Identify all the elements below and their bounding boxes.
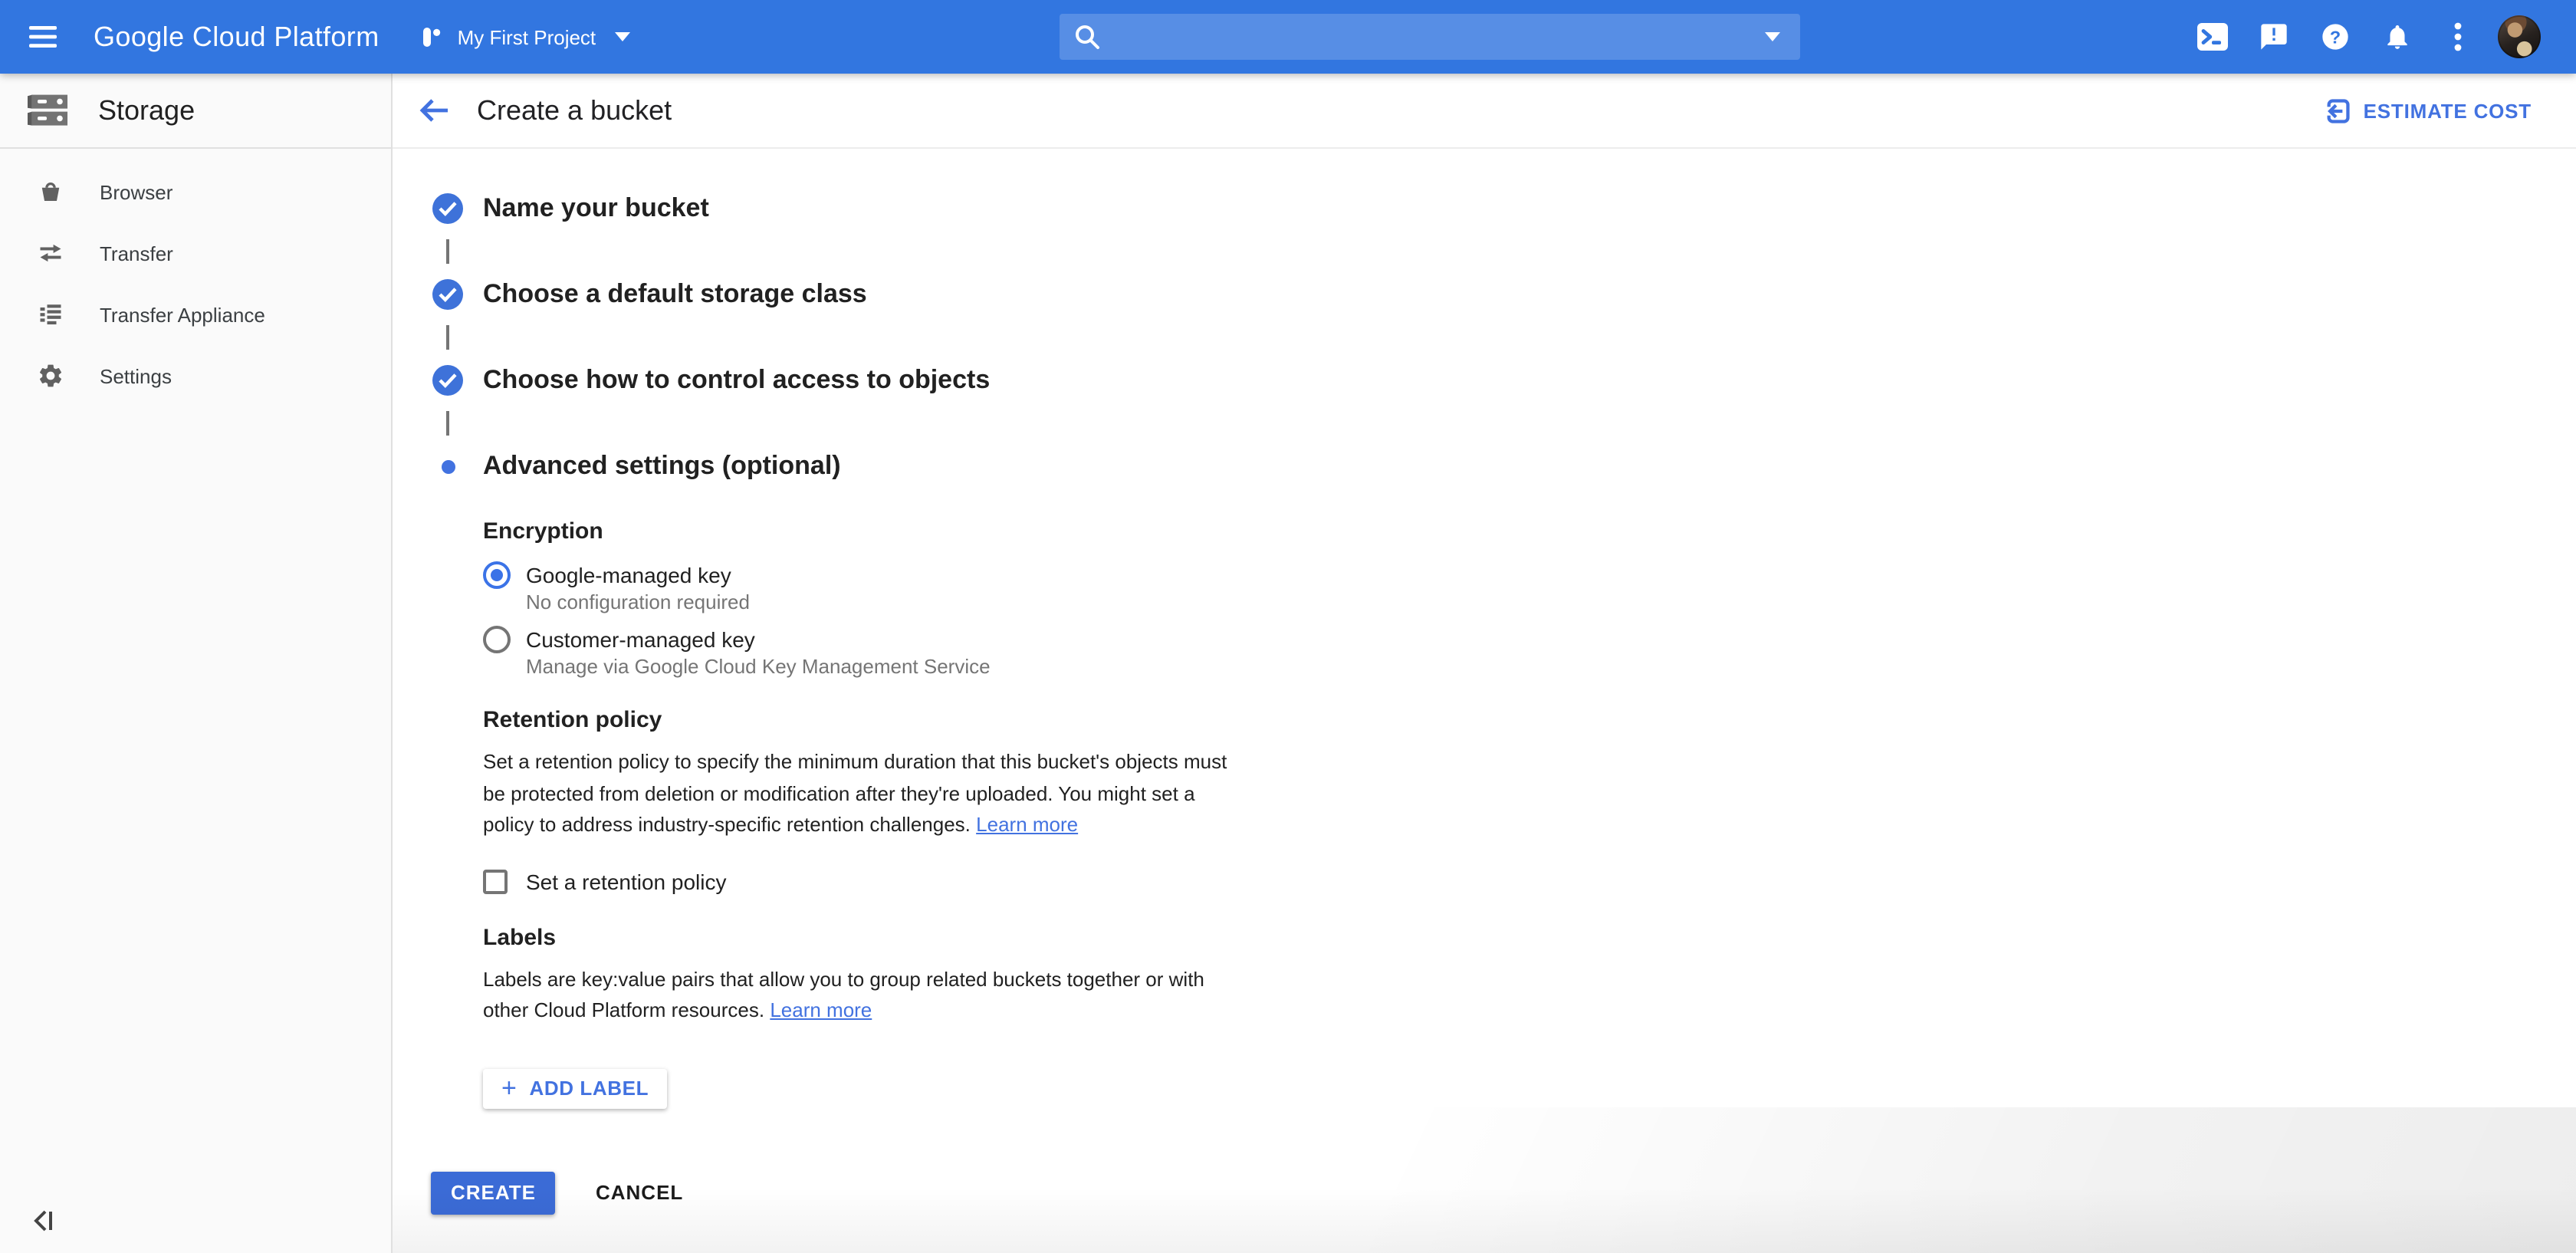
collapse-sidebar-button[interactable] [31,1209,57,1233]
back-button[interactable] [416,92,452,129]
step-complete-icon [432,279,463,310]
step-advanced-settings: Advanced settings (optional) [432,451,2576,482]
app-bar: Google Cloud Platform My First Project [0,0,2576,74]
step-connector [446,411,449,436]
help-button[interactable]: ? [2305,0,2366,74]
step-title[interactable]: Advanced settings (optional) [483,451,841,482]
retention-policy-heading: Retention policy [483,707,2576,735]
step-complete-icon [432,365,463,396]
create-button[interactable]: CREATE [431,1171,556,1214]
storage-product-icon [25,94,71,127]
sidebar-item-transfer[interactable]: Transfer [0,222,391,284]
labels-heading: Labels [483,924,2576,952]
sidebar-item-browser[interactable]: Browser [0,161,391,222]
appliance-list-icon [35,301,66,328]
chevron-down-icon [614,32,629,41]
help-icon: ? [2320,21,2351,52]
step-title[interactable]: Choose how to control access to objects [483,365,990,396]
sidebar-item-label: Transfer [100,242,173,265]
more-options-button[interactable] [2427,0,2489,74]
step-complete-icon [432,193,463,224]
radio-selected-icon[interactable] [483,561,511,589]
radio-google-managed-key[interactable]: Google-managed key [483,561,2576,589]
sidebar-title: Storage [98,94,195,127]
gear-icon [35,362,66,390]
feedback-button[interactable] [2243,0,2305,74]
step-name-your-bucket: Name your bucket [432,193,2576,224]
radio-customer-managed-key[interactable]: Customer-managed key [483,626,2576,653]
labels-description: Labels are key:value pairs that allow yo… [483,964,1250,1027]
advanced-settings-content: Encryption Google-managed key No configu… [483,518,2576,1108]
step-active-icon [432,459,463,473]
page-body: Storage Browser [0,74,2576,1253]
radio-description: No configuration required [526,592,2576,613]
estimate-cost-icon [2325,97,2351,123]
more-vert-icon [2453,21,2463,52]
notifications-icon [2382,21,2411,52]
menu-icon [29,26,57,48]
step-title[interactable]: Choose a default storage class [483,279,867,310]
page-title: Create a bucket [477,94,672,127]
search-input[interactable] [1101,25,1746,48]
step-storage-class: Choose a default storage class [432,279,2576,310]
step-access-control: Choose how to control access to objects [432,365,2576,396]
sidebar-item-label: Browser [100,180,172,203]
search-dropdown-caret-icon[interactable] [1765,32,1780,41]
cancel-button[interactable]: CANCEL [574,1171,705,1214]
cloud-shell-icon [2196,21,2229,52]
sidebar-header: Storage [0,74,391,149]
step-title[interactable]: Name your bucket [483,193,709,224]
search-bar[interactable] [1060,14,1800,60]
radio-description: Manage via Google Cloud Key Management S… [526,656,2576,678]
back-arrow-icon [419,98,449,123]
sidebar-item-label: Settings [100,364,172,387]
storage-sidebar: Storage Browser [0,74,393,1253]
appbar-actions: ? [2182,0,2550,74]
checkbox-label: Set a retention policy [526,869,727,893]
page-header: Create a bucket ESTIMATE COST [393,74,2576,149]
estimate-cost-label: ESTIMATE COST [2364,99,2532,122]
search-icon [1073,23,1101,51]
retention-policy-text: Set a retention policy to specify the mi… [483,750,1227,836]
set-retention-policy-checkbox-row[interactable]: Set a retention policy [483,869,2576,893]
step-connector [446,239,449,264]
add-label-button-label: ADD LABEL [529,1077,649,1100]
sidebar-item-label: Transfer Appliance [100,303,265,326]
project-icon [419,25,444,49]
cloud-shell-button[interactable] [2182,0,2243,74]
plus-icon: + [501,1075,517,1101]
collapse-sidebar-icon [31,1209,57,1233]
sidebar-item-transfer-appliance[interactable]: Transfer Appliance [0,284,391,345]
estimate-cost-button[interactable]: ESTIMATE COST [2325,97,2532,123]
notifications-button[interactable] [2366,0,2427,74]
transfer-arrows-icon [35,239,66,267]
project-name: My First Project [458,25,596,48]
encryption-heading: Encryption [483,518,2576,546]
radio-label: Google-managed key [526,563,731,587]
bucket-icon [35,178,66,206]
project-selector[interactable]: My First Project [419,25,630,49]
product-logo[interactable]: Google Cloud Platform [94,21,380,53]
add-label-button[interactable]: + ADD LABEL [483,1068,667,1108]
radio-unselected-icon[interactable] [483,626,511,653]
checkbox-unchecked-icon[interactable] [483,869,508,893]
account-button[interactable] [2489,0,2550,74]
feedback-icon [2259,21,2289,52]
radio-label: Customer-managed key [526,627,755,652]
retention-policy-description: Set a retention policy to specify the mi… [483,747,1250,841]
avatar [2498,15,2541,58]
menu-button[interactable] [14,0,72,74]
sidebar-nav: Browser Transfer [0,149,391,406]
form-actions: CREATE CANCEL [431,1171,2576,1214]
svg-text:?: ? [2330,27,2341,47]
step-connector [446,325,449,350]
create-bucket-stepper: Name your bucket Choose a default storag… [432,193,2576,482]
retention-learn-more-link[interactable]: Learn more [976,813,1078,836]
sidebar-item-settings[interactable]: Settings [0,345,391,406]
labels-learn-more-link[interactable]: Learn more [770,998,872,1021]
gcp-console: Google Cloud Platform My First Project [0,0,2576,1253]
main-panel: Create a bucket ESTIMATE COST [393,74,2576,1253]
